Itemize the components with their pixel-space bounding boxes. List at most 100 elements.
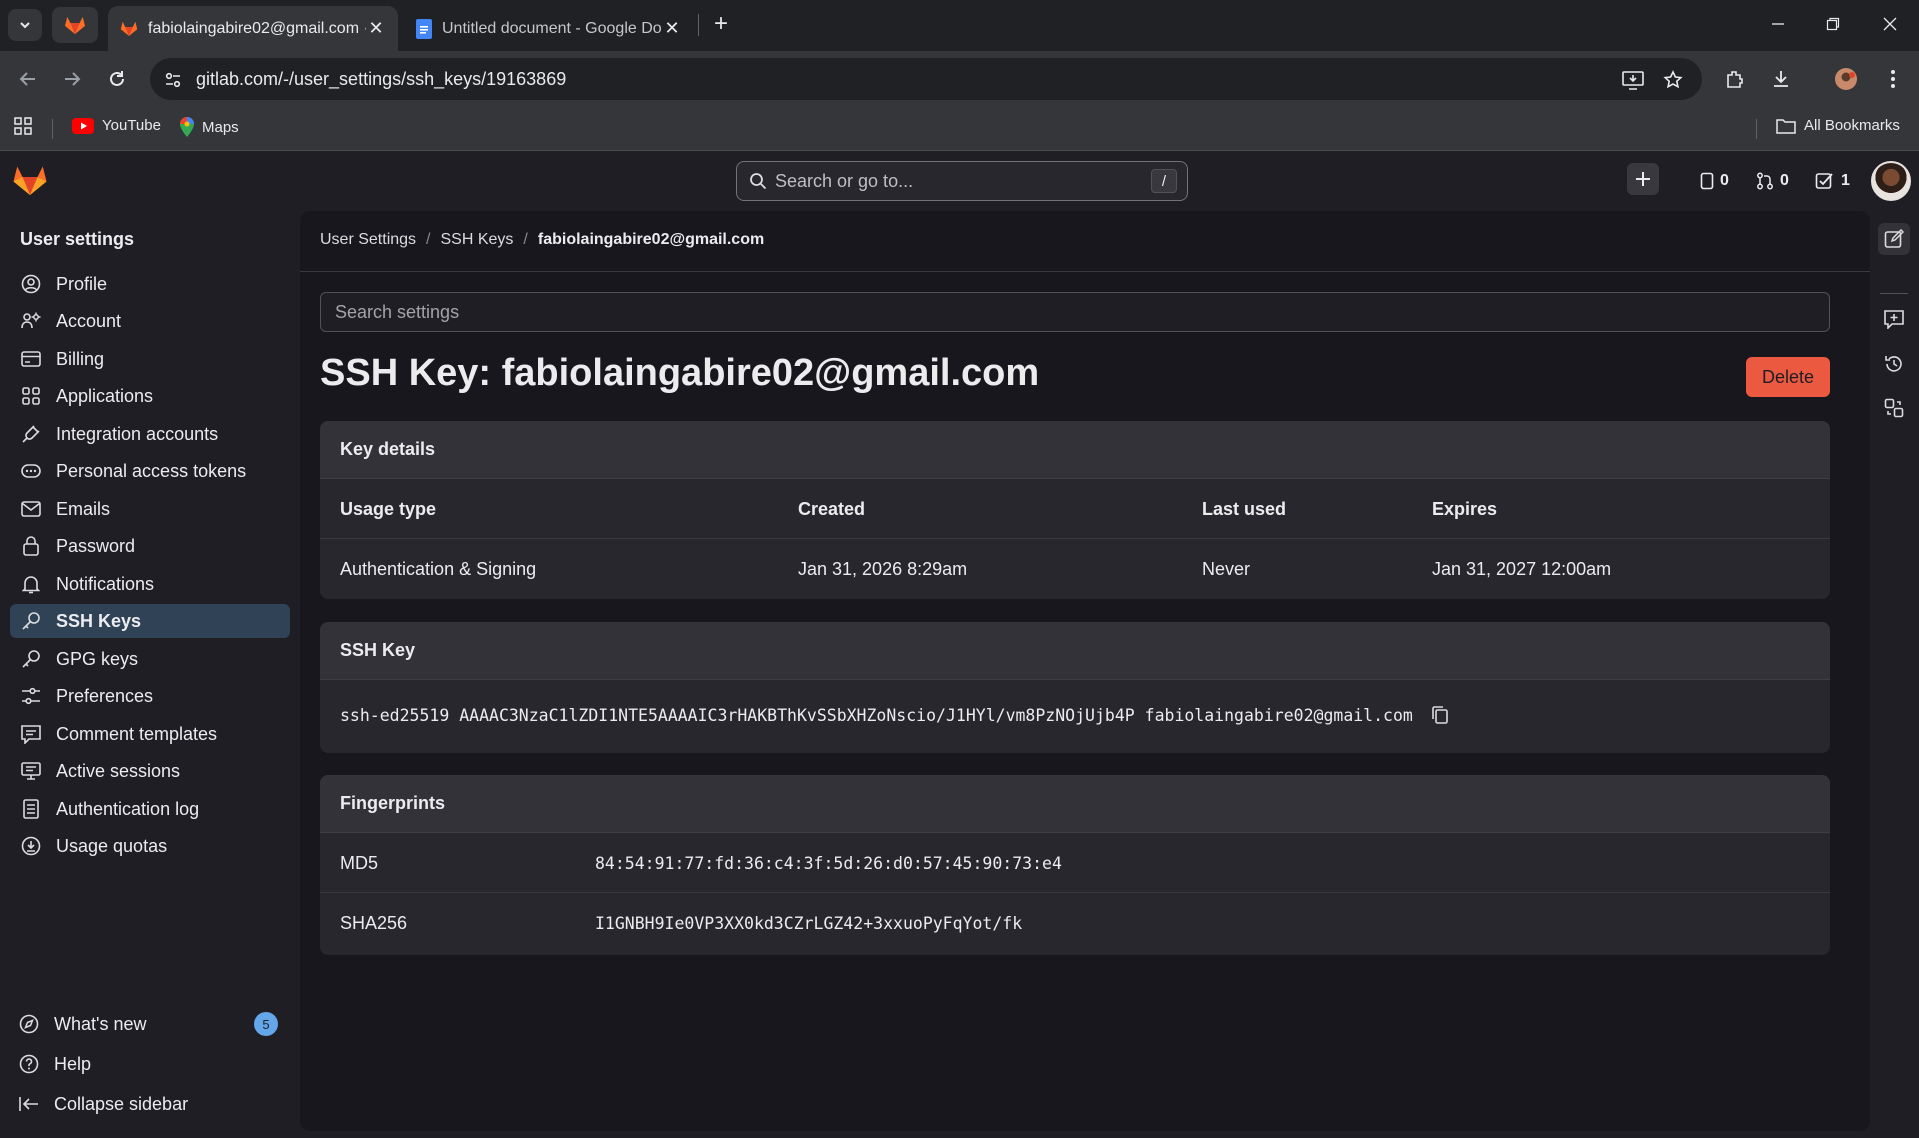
column-created: Created — [798, 498, 866, 519]
merge-requests-button[interactable]: 0 — [1756, 163, 1789, 199]
edit-icon[interactable] — [1878, 223, 1910, 255]
back-icon[interactable] — [12, 63, 44, 95]
search-icon — [749, 172, 767, 190]
fingerprint-label: MD5 — [340, 852, 379, 873]
download-icon[interactable] — [1766, 64, 1796, 94]
sidebar-item-emails[interactable]: Emails — [10, 492, 290, 526]
whats-new-button[interactable]: What's new 5 — [10, 1007, 290, 1041]
bookmark-maps[interactable]: Maps — [180, 117, 239, 137]
browser-tab-docs[interactable]: Untitled document - Google Docs ✕ — [404, 6, 694, 51]
ssh-key-row: ssh-ed25519 AAAAC3NzaC1lZDI1NTE5AAAAIC3r… — [320, 680, 1830, 750]
sidebar-item-active-sessions[interactable]: Active sessions — [10, 754, 290, 788]
sidebar-item-password[interactable]: Password — [10, 529, 290, 563]
merge-requests-count: 0 — [1780, 172, 1789, 189]
collapse-sidebar-button[interactable]: Collapse sidebar — [10, 1087, 290, 1121]
ssh-key-card: SSH Key ssh-ed25519 AAAAC3NzaC1lZDI1NTE5… — [320, 622, 1830, 753]
all-bookmarks-button[interactable]: All Bookmarks — [1776, 117, 1900, 134]
bookmark-divider — [52, 119, 53, 139]
comment-add-icon[interactable] — [1878, 303, 1910, 335]
breadcrumb-separator: / — [523, 231, 528, 248]
account-icon — [20, 310, 42, 332]
breadcrumb-divider — [300, 271, 1870, 272]
main-content: User Settings / SSH Keys / fabiolaingabi… — [300, 211, 1870, 1131]
sidebar-item-preferences[interactable]: Preferences — [10, 679, 290, 713]
browser-tab-strip: fabiolaingabire02@gmail.com · User Setti… — [0, 0, 1919, 51]
key-icon — [20, 648, 42, 670]
sidebar-item-label: SSH Keys — [56, 610, 142, 631]
applications-icon — [20, 385, 42, 407]
gitlab-logo-icon[interactable] — [12, 163, 48, 197]
bookmark-star-icon[interactable] — [1660, 67, 1686, 93]
breadcrumb-current[interactable]: fabiolaingabire02@gmail.com — [538, 231, 764, 249]
tab-search-button[interactable] — [8, 9, 42, 41]
fingerprints-heading: Fingerprints — [320, 775, 1830, 833]
profile-avatar-icon[interactable] — [1831, 64, 1861, 94]
minimize-icon[interactable] — [1758, 8, 1798, 40]
restore-icon[interactable] — [1813, 8, 1853, 40]
integration-icon — [20, 423, 42, 445]
breadcrumb-separator: / — [426, 231, 431, 248]
todos-button[interactable]: 1 — [1815, 163, 1850, 199]
search-placeholder: Search or go to... — [775, 170, 914, 191]
extensions-icon[interactable] — [1720, 64, 1750, 94]
issues-button[interactable]: 0 — [1700, 163, 1729, 199]
close-icon[interactable]: ✕ — [366, 18, 386, 39]
site-settings-icon[interactable] — [160, 67, 186, 93]
sidebar-item-label: Account — [56, 310, 122, 331]
breadcrumb: User Settings / SSH Keys / fabiolaingabi… — [320, 231, 764, 249]
column-usage-type: Usage type — [340, 498, 437, 519]
tab-title: Untitled document - Google Docs — [442, 19, 662, 37]
help-button[interactable]: Help — [10, 1047, 290, 1081]
close-icon[interactable]: ✕ — [662, 18, 682, 39]
sidebar-item-label: Emails — [56, 498, 111, 519]
sidebar-item-usage-quotas[interactable]: Usage quotas — [10, 829, 290, 863]
breadcrumb-user-settings[interactable]: User Settings — [320, 231, 416, 249]
rail-divider — [1880, 293, 1908, 294]
copy-icon[interactable] — [1429, 704, 1451, 726]
install-app-icon[interactable] — [1620, 67, 1646, 93]
fingerprints-card: Fingerprints MD5 84:54:91:77:fd:36:c4:3f… — [320, 775, 1830, 955]
sidebar-item-account[interactable]: Account — [10, 304, 290, 338]
sidebar-item-ssh-keys[interactable]: SSH Keys — [10, 604, 290, 638]
search-settings-input[interactable]: Search settings — [320, 292, 1830, 332]
forward-icon[interactable] — [56, 63, 88, 95]
sidebar-item-gpg-keys[interactable]: GPG keys — [10, 642, 290, 676]
history-icon[interactable] — [1878, 348, 1910, 380]
youtube-icon — [72, 117, 94, 134]
sidebar-item-applications[interactable]: Applications — [10, 379, 290, 413]
todo-checkbox-icon — [1815, 172, 1835, 190]
mail-icon — [20, 498, 42, 520]
breadcrumb-ssh-keys[interactable]: SSH Keys — [441, 231, 514, 249]
key-details-heading: Key details — [320, 421, 1830, 479]
pinned-gitlab-tab[interactable] — [52, 7, 98, 43]
all-bookmarks-label: All Bookmarks — [1804, 117, 1900, 134]
sidebar-item-integration-accounts[interactable]: Integration accounts — [10, 417, 290, 451]
compass-icon — [18, 1013, 40, 1035]
chevron-down-icon — [18, 18, 32, 32]
switch-icon[interactable] — [1878, 392, 1910, 424]
token-icon — [20, 460, 42, 482]
more-menu-icon[interactable] — [1878, 64, 1908, 94]
reload-icon[interactable] — [101, 63, 133, 95]
sidebar-item-notifications[interactable]: Notifications — [10, 567, 290, 601]
user-avatar[interactable] — [1871, 161, 1911, 201]
global-search-input[interactable]: Search or go to... / — [736, 161, 1188, 201]
apps-grid-icon[interactable] — [14, 117, 32, 135]
sidebar-item-personal-access-tokens[interactable]: Personal access tokens — [10, 454, 290, 488]
merge-request-icon — [1756, 172, 1774, 190]
bookmark-label: YouTube — [102, 117, 161, 134]
window-close-icon[interactable] — [1870, 8, 1910, 40]
browser-tab-gitlab[interactable]: fabiolaingabire02@gmail.com · User Setti… — [108, 6, 398, 51]
created-value: Jan 31, 2026 8:29am — [798, 558, 968, 579]
address-bar[interactable]: gitlab.com/-/user_settings/ssh_keys/1916… — [150, 58, 1702, 100]
create-new-button[interactable] — [1627, 163, 1659, 195]
sidebar-item-authentication-log[interactable]: Authentication log — [10, 792, 290, 826]
delete-button[interactable]: Delete — [1746, 357, 1830, 397]
sidebar-item-comment-templates[interactable]: Comment templates — [10, 717, 290, 751]
new-tab-button[interactable]: + — [708, 12, 734, 38]
sidebar-item-billing[interactable]: Billing — [10, 342, 290, 376]
fingerprint-label: SHA256 — [340, 912, 408, 933]
sidebar-item-profile[interactable]: Profile — [10, 267, 290, 301]
bookmark-youtube[interactable]: YouTube — [72, 117, 161, 134]
ssh-key-heading: SSH Key — [320, 622, 1830, 680]
